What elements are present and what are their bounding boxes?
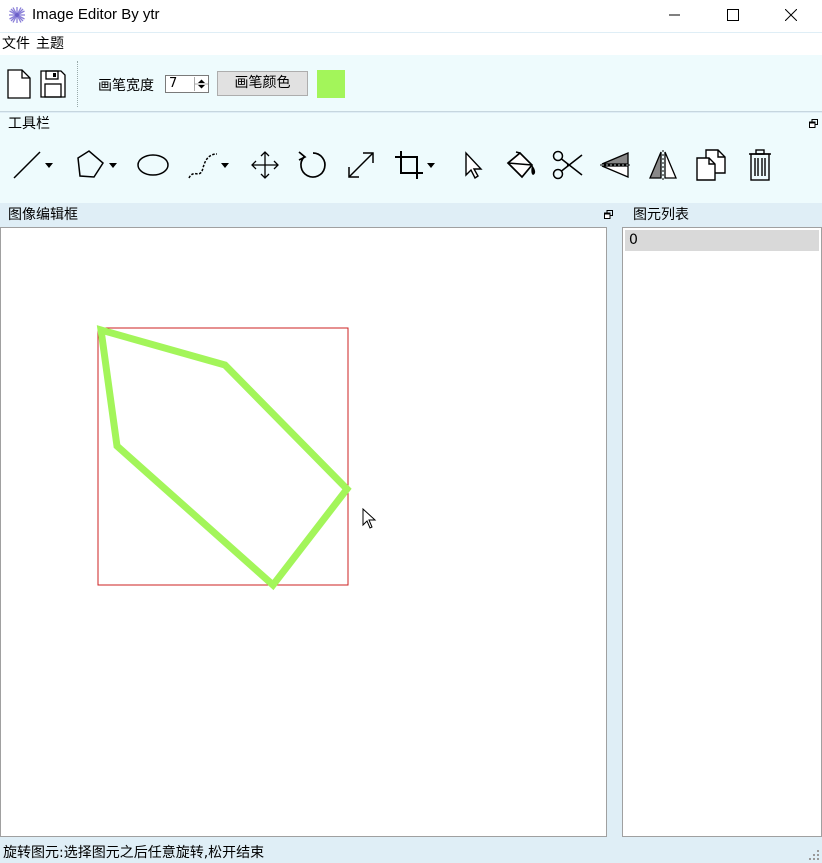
scale-tool[interactable] (344, 148, 378, 182)
line-icon (13, 151, 41, 179)
paint-bucket-icon (506, 151, 536, 179)
mouse-cursor-icon (362, 507, 377, 529)
scale-icon (348, 152, 374, 178)
maximize-button[interactable] (704, 0, 762, 30)
fill-tool[interactable] (504, 148, 538, 182)
polygon-tool[interactable] (74, 148, 118, 182)
toolbox-title: 工具栏 (8, 116, 50, 132)
ellipse-tool[interactable] (136, 148, 170, 182)
pen-width-spinbox[interactable]: 7 (165, 75, 209, 93)
crop-icon (395, 151, 423, 179)
status-text: 旋转图元:选择图元之后任意旋转,松开结束 (3, 845, 265, 861)
toolbox-dock: 工具栏 (0, 113, 822, 203)
menu-file[interactable]: 文件 (0, 33, 32, 55)
line-tool[interactable] (10, 148, 54, 182)
toolbar-separator (77, 61, 79, 107)
polygon-shape[interactable] (96, 325, 352, 591)
flip-horizontal-tool[interactable] (646, 148, 680, 182)
chevron-down-icon[interactable] (44, 148, 54, 182)
float-dock-icon[interactable] (809, 119, 818, 128)
ellipse-icon (137, 154, 169, 176)
cut-tool[interactable] (551, 148, 585, 182)
list-item[interactable]: 0 (625, 230, 819, 251)
pen-width-label: 画笔宽度 (98, 78, 154, 94)
copy-icon (696, 149, 726, 181)
window-title: Image Editor By ytr (32, 6, 160, 23)
move-icon (251, 151, 279, 179)
float-dock-icon[interactable] (604, 210, 613, 219)
close-button[interactable] (762, 0, 820, 30)
spin-up-down-icon (195, 79, 208, 89)
cursor-icon (465, 151, 483, 180)
rotate-icon (298, 151, 326, 178)
flip-vertical-icon (600, 152, 630, 178)
crop-tool[interactable] (392, 148, 436, 182)
chevron-down-icon[interactable] (426, 148, 436, 182)
pen-color-button[interactable]: 画笔颜色 (217, 71, 308, 96)
polygon-icon (77, 150, 104, 178)
copy-tool[interactable] (694, 148, 728, 182)
title-bar[interactable]: Image Editor By ytr (0, 0, 822, 32)
pen-width-value: 7 (169, 76, 178, 91)
resize-grip-icon[interactable] (808, 849, 820, 861)
canvas-drawing[interactable] (1, 228, 606, 836)
curve-icon (188, 153, 218, 179)
rotate-tool[interactable] (296, 148, 330, 182)
flip-vertical-tool[interactable] (598, 148, 632, 182)
editor-title: 图像编辑框 (8, 207, 78, 223)
scissors-icon (552, 150, 583, 180)
shape-list-title: 图元列表 (633, 207, 689, 223)
move-tool[interactable] (248, 148, 282, 182)
select-tool[interactable] (456, 148, 490, 182)
save-icon[interactable] (39, 69, 67, 99)
menu-theme[interactable]: 主题 (34, 33, 66, 55)
chevron-down-icon[interactable] (108, 148, 118, 182)
new-file-icon[interactable] (5, 69, 33, 99)
main-toolbar: 画笔宽度 7 画笔颜色 (0, 55, 822, 112)
chevron-down-icon[interactable] (220, 148, 230, 182)
pen-color-swatch[interactable] (317, 70, 345, 98)
close-icon (785, 9, 797, 21)
maximize-icon (727, 9, 739, 21)
flip-horizontal-icon (649, 150, 677, 180)
minimize-button[interactable] (646, 0, 704, 30)
menu-bar: 文件 主题 (0, 33, 822, 55)
shape-list[interactable]: 0 (622, 227, 822, 837)
trash-icon (749, 149, 771, 181)
curve-tool[interactable] (186, 148, 230, 182)
status-bar: 旋转图元:选择图元之后任意旋转,松开结束 (0, 840, 822, 863)
image-edit-canvas[interactable] (0, 227, 607, 837)
flower-icon (9, 7, 25, 23)
delete-tool[interactable] (743, 148, 777, 182)
minimize-icon (669, 14, 680, 16)
spin-arrows[interactable] (194, 77, 208, 91)
